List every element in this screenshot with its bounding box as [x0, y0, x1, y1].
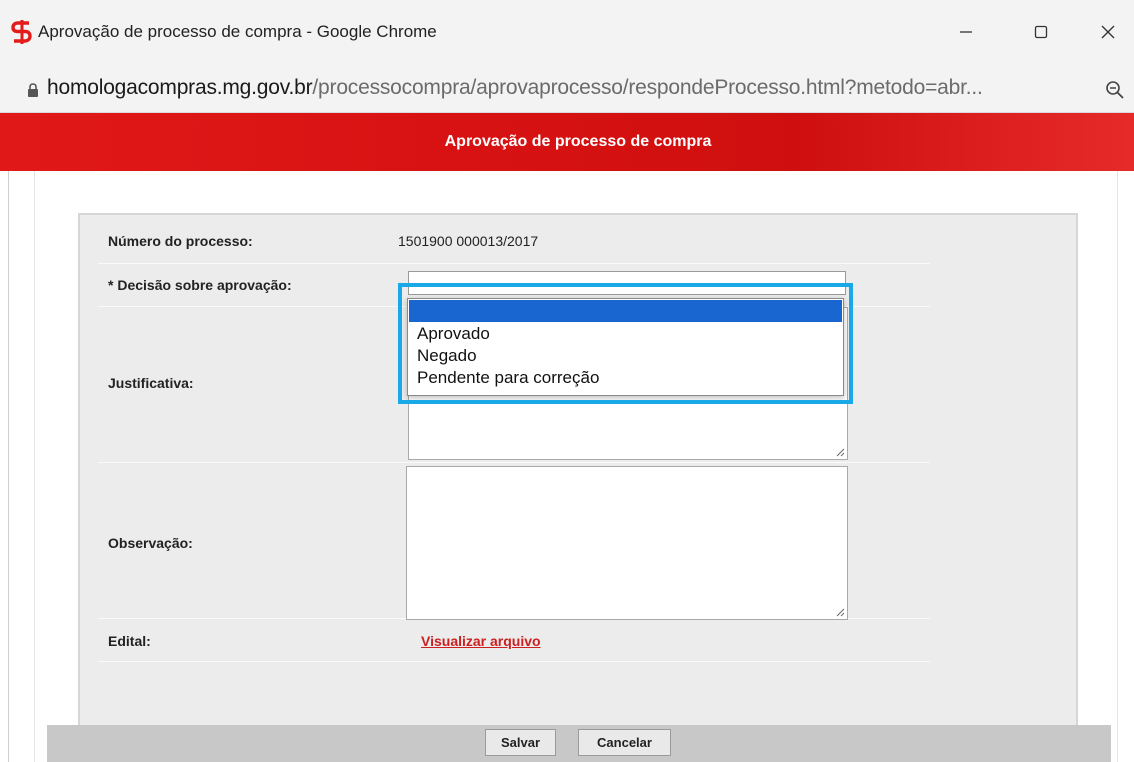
decisao-dropdown-list[interactable]: Aprovado Negado Pendente para correção: [407, 298, 844, 396]
minimize-button[interactable]: [943, 14, 989, 50]
cancelar-button[interactable]: Cancelar: [578, 729, 671, 756]
dropdown-option-negado[interactable]: Negado: [409, 345, 842, 367]
title-bar: Aprovação de processo de compra - Google…: [0, 0, 1134, 66]
edital-label: Edital:: [108, 633, 151, 649]
row-edital: Edital: Visualizar arquivo: [98, 621, 930, 662]
numero-processo-label: Número do processo:: [108, 233, 253, 249]
banner-title: Aprovação de processo de compra: [444, 133, 712, 150]
lock-icon: [28, 83, 38, 97]
visualizar-arquivo-link[interactable]: Visualizar arquivo: [421, 633, 541, 649]
numero-processo-value: 1501900 000013/2017: [398, 233, 539, 249]
window-title: Aprovação de processo de compra - Google…: [38, 22, 437, 41]
close-icon: [1101, 25, 1115, 39]
url-text[interactable]: homologacompras.mg.gov.br/processocompra…: [47, 76, 983, 100]
content-left-border: [34, 171, 35, 762]
url-domain: homologacompras.mg.gov.br: [47, 76, 313, 99]
form-container: Número do processo: 1501900 000013/2017 …: [78, 213, 1078, 762]
decisao-select[interactable]: [408, 271, 846, 295]
content-right-border: [1117, 171, 1118, 762]
resize-grip-icon[interactable]: [835, 607, 845, 617]
observacao-label: Observação:: [108, 535, 193, 551]
row-numero-processo: Número do processo: 1501900 000013/2017: [98, 223, 930, 264]
url-path: /processocompra/aprovaprocesso/respondeP…: [312, 76, 983, 99]
observacao-textarea[interactable]: [406, 466, 848, 620]
minimize-icon: [960, 31, 972, 33]
dropdown-option-empty[interactable]: [409, 300, 842, 322]
browser-window: Aprovação de processo de compra - Google…: [0, 0, 1134, 762]
page-content: Aprovação de processo de compra Número d…: [0, 113, 1134, 762]
resize-grip-icon[interactable]: [835, 447, 845, 457]
page-left-border: [8, 171, 9, 762]
justificativa-label: Justificativa:: [108, 375, 194, 391]
zoom-out-icon[interactable]: [1105, 80, 1125, 100]
decisao-label: * Decisão sobre aprovação:: [108, 277, 292, 293]
maximize-icon: [1034, 25, 1048, 39]
address-bar[interactable]: homologacompras.mg.gov.br/processocompra…: [0, 66, 1134, 113]
close-button[interactable]: [1085, 14, 1131, 50]
dropdown-option-pendente[interactable]: Pendente para correção: [409, 367, 842, 389]
app-logo-icon: [11, 20, 32, 44]
salvar-button[interactable]: Salvar: [485, 729, 556, 756]
maximize-button[interactable]: [1018, 14, 1064, 50]
dropdown-option-aprovado[interactable]: Aprovado: [409, 323, 842, 345]
